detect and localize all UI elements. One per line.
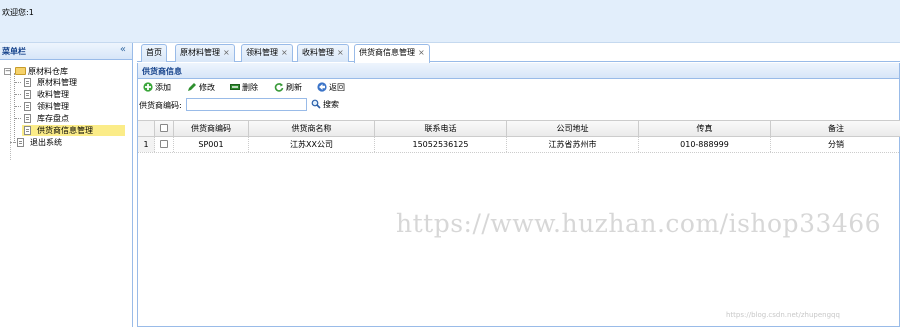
tree-branch	[15, 118, 21, 119]
tree-item-supplier[interactable]: 供货商信息管理	[22, 125, 125, 136]
header-cell[interactable]: 供货商编码	[174, 121, 249, 136]
header-checkbox[interactable]	[155, 121, 174, 136]
tab-receive[interactable]: 收料管理 ×	[297, 44, 349, 62]
tree-label: 供货商信息管理	[37, 126, 93, 135]
cell-code: SP001	[174, 137, 249, 152]
tab-home[interactable]: 首页	[141, 44, 167, 62]
tree-connector	[14, 73, 15, 143]
tree-label: 退出系统	[30, 138, 62, 147]
menu-tree: − 原材料仓库 原材料管理 收料管理 领料管理 库存盘点 供货商信息管理 退出系…	[0, 60, 132, 160]
document-icon	[24, 90, 31, 99]
tree-label: 领料管理	[37, 102, 69, 111]
row-checkbox-cell[interactable]	[155, 137, 174, 152]
tab-material[interactable]: 原材料管理 ×	[175, 44, 235, 62]
back-button[interactable]: 返回	[317, 82, 345, 94]
tab-supplier[interactable]: 供货商信息管理 ×	[354, 44, 430, 63]
tree-connector-root	[10, 72, 11, 160]
document-icon	[24, 126, 31, 135]
search-icon	[311, 99, 321, 109]
back-arrow-icon	[317, 82, 327, 92]
delete-button[interactable]: 删除	[230, 82, 258, 94]
menu-header: 菜单栏 «	[0, 43, 132, 60]
edit-button[interactable]: 修改	[187, 82, 215, 94]
tree-label: 收料管理	[37, 90, 69, 99]
header-cell[interactable]: 传真	[639, 121, 771, 136]
tab-label: 领料管理	[246, 48, 278, 57]
grid-header: 供货商编码 供货商名称 联系电话 公司地址 传真 备注	[138, 120, 900, 137]
toolbar: 添加 修改 删除 刷新 返回	[138, 79, 899, 97]
header-cell[interactable]: 供货商名称	[249, 121, 375, 136]
add-icon	[143, 82, 153, 92]
header-cell[interactable]: 备注	[771, 121, 900, 136]
close-icon[interactable]: ×	[337, 48, 344, 57]
tab-label: 收料管理	[302, 48, 334, 57]
left-menu: 菜单栏 « − 原材料仓库 原材料管理 收料管理 领料管理 库存盘点 供货商信息…	[0, 43, 133, 327]
search-button-label: 搜索	[323, 100, 339, 109]
search-label: 供货商编码:	[139, 101, 182, 110]
search-row: 供货商编码: 搜索	[138, 97, 899, 113]
row-checkbox[interactable]	[160, 140, 168, 148]
top-header: 欢迎您:1	[0, 0, 900, 42]
back-label: 返回	[329, 83, 345, 92]
tree-label: 原材料仓库	[28, 67, 68, 76]
supplier-grid: 供货商编码 供货商名称 联系电话 公司地址 传真 备注 1 SP001 江苏XX…	[138, 120, 900, 153]
collapse-toggle-icon[interactable]: −	[4, 68, 11, 75]
header-rownum	[138, 121, 155, 136]
refresh-button[interactable]: 刷新	[274, 82, 302, 94]
cell-phone: 15052536125	[375, 137, 507, 152]
add-label: 添加	[155, 83, 171, 92]
search-button[interactable]: 搜索	[311, 98, 339, 111]
close-icon[interactable]: ×	[418, 48, 425, 57]
row-number: 1	[138, 137, 155, 152]
credit-text: https://blog.csdn.net/zhupengqq	[726, 311, 840, 319]
supplier-code-input[interactable]	[186, 98, 307, 111]
tab-label: 供货商信息管理	[359, 48, 415, 57]
header-cell[interactable]: 联系电话	[375, 121, 507, 136]
table-row[interactable]: 1 SP001 江苏XX公司 15052536125 江苏省苏州市 010-88…	[138, 137, 900, 153]
supplier-panel: 供货商信息 添加 修改 删除 刷新 返回 供货商编码: 搜索 供货商编码 供货商…	[137, 63, 900, 327]
cell-fax: 010-888999	[639, 137, 771, 152]
folder-open-icon	[15, 67, 26, 75]
tree-branch	[15, 82, 21, 83]
tab-label: 原材料管理	[180, 48, 220, 57]
pencil-icon	[188, 83, 196, 91]
tree-branch	[15, 106, 21, 107]
welcome-text: 欢迎您:1	[2, 8, 34, 17]
panel-title: 供货商信息	[138, 63, 899, 79]
document-icon	[24, 114, 31, 123]
tab-bar: 首页 原材料管理 × 领料管理 × 收料管理 × 供货商信息管理 ×	[137, 43, 900, 63]
select-all-checkbox[interactable]	[160, 124, 168, 132]
close-icon[interactable]: ×	[281, 48, 288, 57]
document-icon	[24, 78, 31, 87]
refresh-label: 刷新	[286, 83, 302, 92]
tab-issue[interactable]: 领料管理 ×	[241, 44, 293, 62]
delete-label: 删除	[242, 83, 258, 92]
edit-label: 修改	[199, 83, 215, 92]
close-icon[interactable]: ×	[223, 48, 230, 57]
document-icon	[17, 138, 24, 147]
tree-label: 库存盘点	[37, 114, 69, 123]
cell-note: 分销	[828, 140, 844, 149]
document-icon	[24, 102, 31, 111]
tree-branch	[15, 94, 21, 95]
cell-address: 江苏省苏州市	[507, 137, 639, 152]
add-button[interactable]: 添加	[143, 82, 171, 94]
header-cell[interactable]: 公司地址	[507, 121, 639, 136]
menu-title: 菜单栏	[2, 47, 26, 56]
tree-branch	[10, 142, 16, 143]
collapse-icon[interactable]: «	[120, 44, 126, 55]
cell-name: 江苏XX公司	[249, 137, 375, 152]
tree-label: 原材料管理	[37, 78, 77, 87]
tab-label: 首页	[146, 48, 162, 57]
refresh-icon	[274, 83, 284, 92]
delete-icon	[230, 84, 240, 90]
watermark-text: https://www.huzhan.com/ishop33466	[396, 209, 882, 238]
